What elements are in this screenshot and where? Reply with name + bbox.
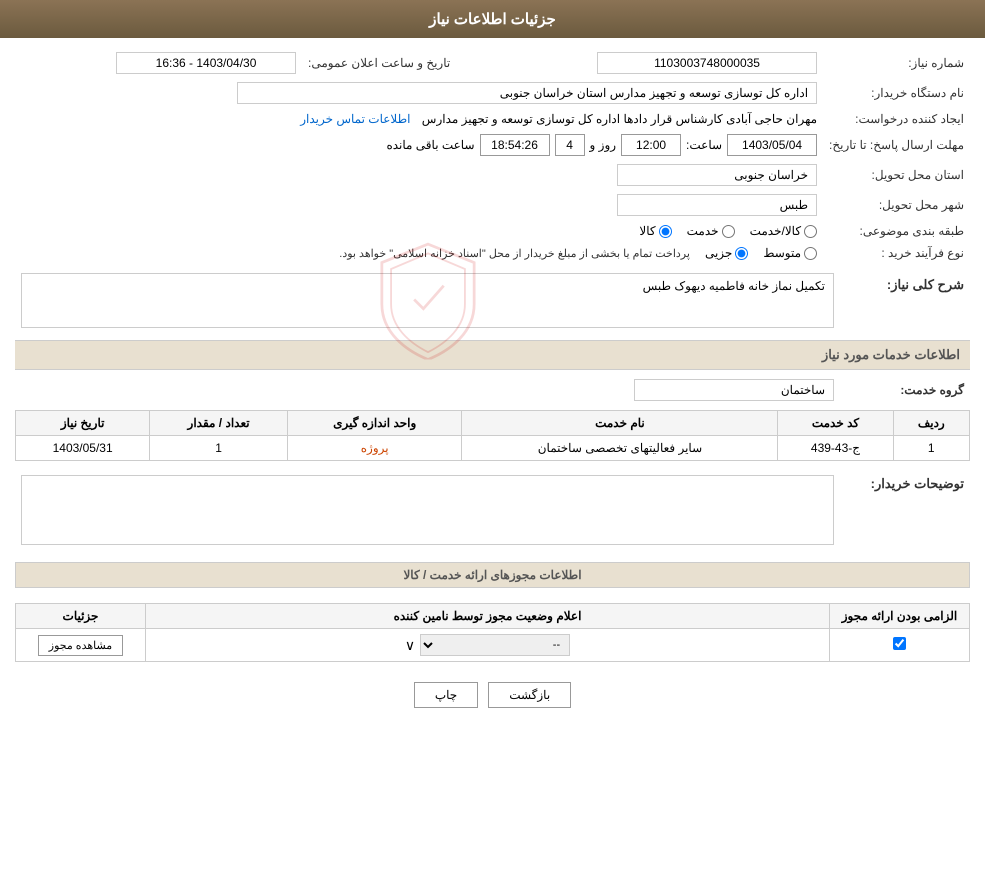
requester-value: مهران حاجی آبادی کارشناس قرار دادها ادار…: [15, 108, 823, 130]
purchase-type-row: متوسط جزیی پرداخت تمام یا بخشی از مبلغ خ…: [15, 242, 823, 264]
purchase-type-mottavaset-option: متوسط: [763, 246, 817, 260]
send-deadline-time-label: ساعت:: [686, 138, 722, 152]
perm-col-required: الزامی بودن ارائه مجوز: [830, 604, 970, 629]
col-count: تعداد / مقدار: [150, 411, 288, 436]
city-input: طبس: [617, 194, 817, 216]
description-content: تکمیل نماز خانه فاطمیه دیهوک طبس: [21, 273, 834, 328]
purchase-type-jozyi-option: جزیی: [705, 246, 748, 260]
purchase-type-label: نوع فرآیند خرید :: [823, 242, 970, 264]
service-name: سایر فعالیتهای تخصصی ساختمان: [462, 436, 778, 461]
announce-time-label: تاریخ و ساعت اعلان عمومی:: [302, 48, 456, 78]
request-number-input: 1103003748000035: [597, 52, 817, 74]
service-radif: 1: [893, 436, 969, 461]
col-date: تاریخ نیاز: [16, 411, 150, 436]
perm-col-status: اعلام وضعیت مجوز توسط نامین کننده: [146, 604, 830, 629]
requester-text: مهران حاجی آبادی کارشناس قرار دادها ادار…: [422, 112, 817, 126]
service-row: 1 ج-43-439 سایر فعالیتهای تخصصی ساختمان …: [16, 436, 970, 461]
footer-buttons: بازگشت چاپ: [15, 662, 970, 728]
send-deadline-days: 4: [555, 134, 585, 156]
perm-col-details: جزئیات: [16, 604, 146, 629]
description-value: تکمیل نماز خانه فاطمیه دیهوک طبس: [643, 279, 825, 293]
services-table: ردیف کد خدمت نام خدمت واحد اندازه گیری ت…: [15, 410, 970, 461]
col-unit: واحد اندازه گیری: [287, 411, 462, 436]
category-khedmat-option: خدمت: [687, 224, 735, 238]
col-name: نام خدمت: [462, 411, 778, 436]
category-kala-khedmat-radio[interactable]: [804, 225, 817, 238]
permissions-section-title: اطلاعات مجوزهای ارائه خدمت / کالا: [15, 562, 970, 588]
purchase-type-mottavaset-label: متوسط: [763, 246, 801, 260]
announce-time-value: 1403/04/30 - 16:36: [15, 48, 302, 78]
purchase-type-jozyi-label: جزیی: [705, 246, 732, 260]
contact-info-link[interactable]: اطلاعات تماس خریدار: [300, 112, 410, 126]
service-unit: پروژه: [287, 436, 462, 461]
province-input: خراسان جنوبی: [617, 164, 817, 186]
category-label: طبقه بندی موضوعی:: [823, 220, 970, 242]
requester-label: ایجاد کننده درخواست:: [823, 108, 970, 130]
category-khedmat-radio[interactable]: [722, 225, 735, 238]
send-deadline-days-label: روز و: [590, 138, 617, 152]
page-title: جزئیات اطلاعات نیاز: [429, 11, 556, 28]
service-group-table: گروه خدمت: ساختمان: [15, 375, 970, 405]
buyer-org-input: اداره کل توسازی توسعه و تجهیز مدارس استا…: [237, 82, 817, 104]
send-deadline-remaining-label: ساعت باقی مانده: [386, 138, 474, 152]
send-deadline-time: 12:00: [621, 134, 681, 156]
announce-time-input: 1403/04/30 - 16:36: [116, 52, 296, 74]
send-deadline-row: 1403/05/04 ساعت: 12:00 روز و 4 18:54:26 …: [15, 130, 823, 160]
service-group-value: ساختمان: [634, 379, 834, 401]
perm-status-select[interactable]: --: [420, 634, 570, 656]
perm-required-checkbox[interactable]: [893, 637, 906, 650]
perm-row: -- ∨ مشاهده مجوز: [16, 629, 970, 662]
page-header: جزئیات اطلاعات نیاز: [0, 0, 985, 38]
category-kala-khedmat-label: کالا/خدمت: [750, 224, 801, 238]
category-kala-radio[interactable]: [659, 225, 672, 238]
back-button[interactable]: بازگشت: [488, 682, 571, 708]
description-label: شرح کلی نیاز:: [887, 277, 964, 292]
send-deadline-label: مهلت ارسال پاسخ: تا تاریخ:: [823, 130, 970, 160]
province-value: خراسان جنوبی: [15, 160, 823, 190]
send-deadline-date: 1403/05/04: [727, 134, 817, 156]
city-value: طبس: [15, 190, 823, 220]
service-code: ج-43-439: [778, 436, 893, 461]
purchase-type-jozyi-radio[interactable]: [735, 247, 748, 260]
view-permit-button[interactable]: مشاهده مجوز: [38, 635, 123, 656]
request-number-label: شماره نیاز:: [823, 48, 970, 78]
perm-dropdown-arrow: ∨: [405, 637, 415, 654]
request-number-value: 1103003748000035: [476, 48, 823, 78]
service-group-label: گروه خدمت:: [900, 383, 964, 397]
city-label: شهر محل تحویل:: [823, 190, 970, 220]
category-row: کالا/خدمت خدمت کالا: [15, 220, 823, 242]
col-radif: ردیف: [893, 411, 969, 436]
category-kala-label: کالا: [639, 224, 655, 238]
buyer-desc-table: توضیحات خریدار:: [15, 471, 970, 552]
category-kala-khedmat-option: کالا/خدمت: [750, 224, 817, 238]
perm-details-cell: مشاهده مجوز: [16, 629, 146, 662]
buyer-org-label: نام دستگاه خریدار:: [823, 78, 970, 108]
category-khedmat-label: خدمت: [687, 224, 719, 238]
category-kala-option: کالا: [639, 224, 671, 238]
province-label: استان محل تحویل:: [823, 160, 970, 190]
services-section-title: اطلاعات خدمات مورد نیاز: [15, 340, 970, 370]
purchase-type-mottavaset-radio[interactable]: [804, 247, 817, 260]
col-code: کد خدمت: [778, 411, 893, 436]
perm-required-cell: [830, 629, 970, 662]
main-info-table: شماره نیاز: 1103003748000035 تاریخ و ساع…: [15, 48, 970, 264]
purchase-type-desc: پرداخت تمام یا بخشی از مبلغ خریدار از مح…: [339, 247, 690, 260]
buyer-desc-label: توضیحات خریدار:: [871, 476, 964, 491]
send-deadline-remaining: 18:54:26: [480, 134, 550, 156]
permissions-table: الزامی بودن ارائه مجوز اعلام وضعیت مجوز …: [15, 603, 970, 662]
description-table: شرح کلی نیاز: تکمیل نماز خانه فاطمیه دی: [15, 269, 970, 332]
buyer-org-value: اداره کل توسازی توسعه و تجهیز مدارس استا…: [15, 78, 823, 108]
print-button[interactable]: چاپ: [414, 682, 478, 708]
buyer-desc-textarea[interactable]: [21, 475, 834, 545]
perm-status-cell: -- ∨: [146, 629, 830, 662]
service-count: 1: [150, 436, 288, 461]
service-date: 1403/05/31: [16, 436, 150, 461]
